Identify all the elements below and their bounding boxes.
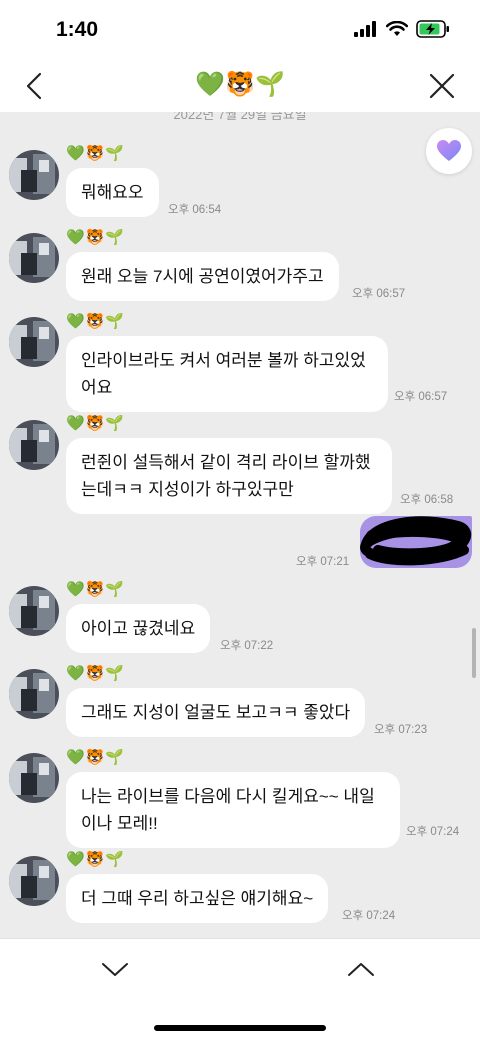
avatar[interactable] [9,420,59,470]
avatar[interactable] [9,586,59,636]
status-bar: 1:40 [0,0,480,60]
message-bubble[interactable]: 그래도 지성이 얼굴도 보고ㅋㅋ 좋았다 [66,688,366,737]
message-bubble[interactable]: 뭐해요오 [66,168,159,217]
chat-title: 💚🐯🌱 [195,70,285,98]
sender-name: 💚🐯🌱 [66,580,126,598]
battery-charging-icon [416,20,449,38]
message-bubble[interactable]: 인라이브라도 켜서 여러분 볼까 하고있었어요 [66,336,388,412]
message-bubble[interactable]: 더 그때 우리 하고싶은 얘기해요~ [66,874,329,923]
message-bubble[interactable]: 아이고 끊겼네요 [66,604,211,653]
bottom-nav [0,938,480,1041]
message-time: 오후 06:57 [352,288,406,300]
my-message-bubble[interactable] [360,516,472,568]
wifi-icon [386,21,408,36]
heart-icon [437,140,461,161]
avatar[interactable] [9,233,59,283]
avatar[interactable] [9,317,59,367]
sender-name: 💚🐯🌱 [66,228,126,246]
message-time: 오후 07:24 [342,910,396,922]
sender-name: 💚🐯🌱 [66,748,126,766]
message-bubble[interactable]: 런쥔이 설득해서 같이 격리 라이브 할까했는데ㅋㅋ 지성이가 하구있구만 [66,438,392,514]
heart-button[interactable] [426,128,472,174]
status-icons [354,20,450,38]
message-time: 오후 07:22 [220,640,274,652]
avatar[interactable] [9,753,59,803]
sender-name: 💚🐯🌱 [66,664,126,682]
message-bubble[interactable]: 나는 라이브를 다음에 다시 킬게요~~ 내일이나 모레!! [66,772,400,848]
close-icon[interactable] [428,72,456,100]
signal-icon [354,21,376,37]
chevron-up-icon[interactable] [346,957,376,981]
avatar[interactable] [9,669,59,719]
sender-name: 💚🐯🌱 [66,414,126,432]
chat-area[interactable]: 2022년 7월 29일 금요일 💚🐯🌱 뭐해요오 오후 06:54 💚🐯🌱 원… [0,112,480,938]
sender-name: 💚🐯🌱 [66,850,126,868]
message-time: 오후 06:57 [394,391,448,403]
scribble-redaction [360,516,472,566]
message-bubble[interactable]: 원래 오늘 7시에 공연이였어가주고 [66,252,339,301]
message-time: 오후 06:58 [400,494,454,506]
avatar[interactable] [9,856,59,906]
home-indicator[interactable] [154,1025,326,1031]
status-time: 1:40 [56,18,99,41]
message-time: 오후 06:54 [168,204,222,216]
chat-header: 💚🐯🌱 [0,60,480,112]
sender-name: 💚🐯🌱 [66,144,126,162]
message-time: 오후 07:24 [406,826,460,838]
my-message-time: 오후 07:21 [296,556,350,568]
message-time: 오후 07:23 [374,724,428,736]
chevron-down-icon[interactable] [100,957,130,981]
sender-name: 💚🐯🌱 [66,312,126,330]
scrollbar[interactable] [472,628,476,678]
date-separator: 2022년 7월 29일 금요일 [173,112,307,122]
avatar[interactable] [9,150,59,200]
